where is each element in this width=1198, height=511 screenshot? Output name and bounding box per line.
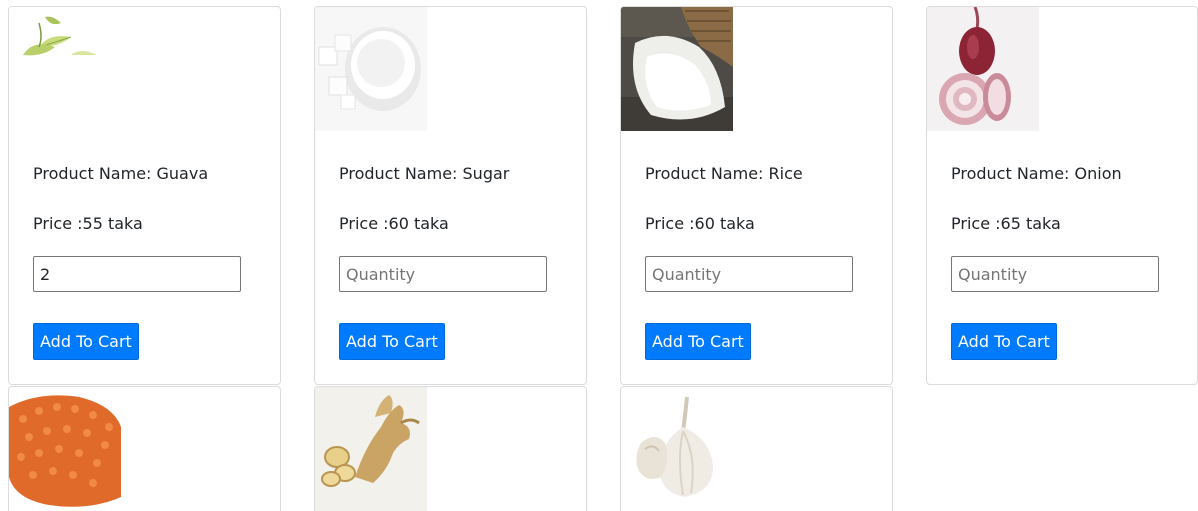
quantity-input[interactable]: [645, 256, 853, 292]
product-grid: Product Name: Guava Price :55 taka Add T…: [0, 0, 1198, 511]
quantity-input[interactable]: [951, 256, 1159, 292]
add-to-cart-button[interactable]: Add To Cart: [339, 323, 445, 360]
product-card-garlic: [620, 386, 893, 511]
product-price: Price :60 taka: [339, 214, 449, 233]
product-name: Product Name: Sugar: [339, 164, 510, 183]
product-card-guava: Product Name: Guava Price :55 taka Add T…: [8, 6, 281, 385]
sugar-bowl-icon: [315, 7, 427, 131]
product-card-rice: Product Name: Rice Price :60 taka Add To…: [620, 6, 893, 385]
garlic-icon: [621, 387, 733, 511]
product-price: Price :55 taka: [33, 214, 143, 233]
product-name: Product Name: Guava: [33, 164, 209, 183]
lentils-icon: [9, 387, 121, 511]
product-card-ginger: [314, 386, 587, 511]
product-price: Price :65 taka: [951, 214, 1061, 233]
product-name: Product Name: Rice: [645, 164, 803, 183]
add-to-cart-button[interactable]: Add To Cart: [951, 323, 1057, 360]
product-name: Product Name: Onion: [951, 164, 1122, 183]
product-card-sugar: Product Name: Sugar Price :60 taka Add T…: [314, 6, 587, 385]
product-card-lentils: [8, 386, 281, 511]
quantity-input[interactable]: [33, 256, 241, 292]
quantity-input[interactable]: [339, 256, 547, 292]
onion-icon: [927, 7, 1039, 131]
add-to-cart-button[interactable]: Add To Cart: [645, 323, 751, 360]
ginger-icon: [315, 387, 427, 511]
guava-leaf-icon: [9, 7, 121, 131]
product-price: Price :60 taka: [645, 214, 755, 233]
rice-sack-icon: [621, 7, 733, 131]
add-to-cart-button[interactable]: Add To Cart: [33, 323, 139, 360]
product-card-onion: Product Name: Onion Price :65 taka Add T…: [926, 6, 1198, 385]
